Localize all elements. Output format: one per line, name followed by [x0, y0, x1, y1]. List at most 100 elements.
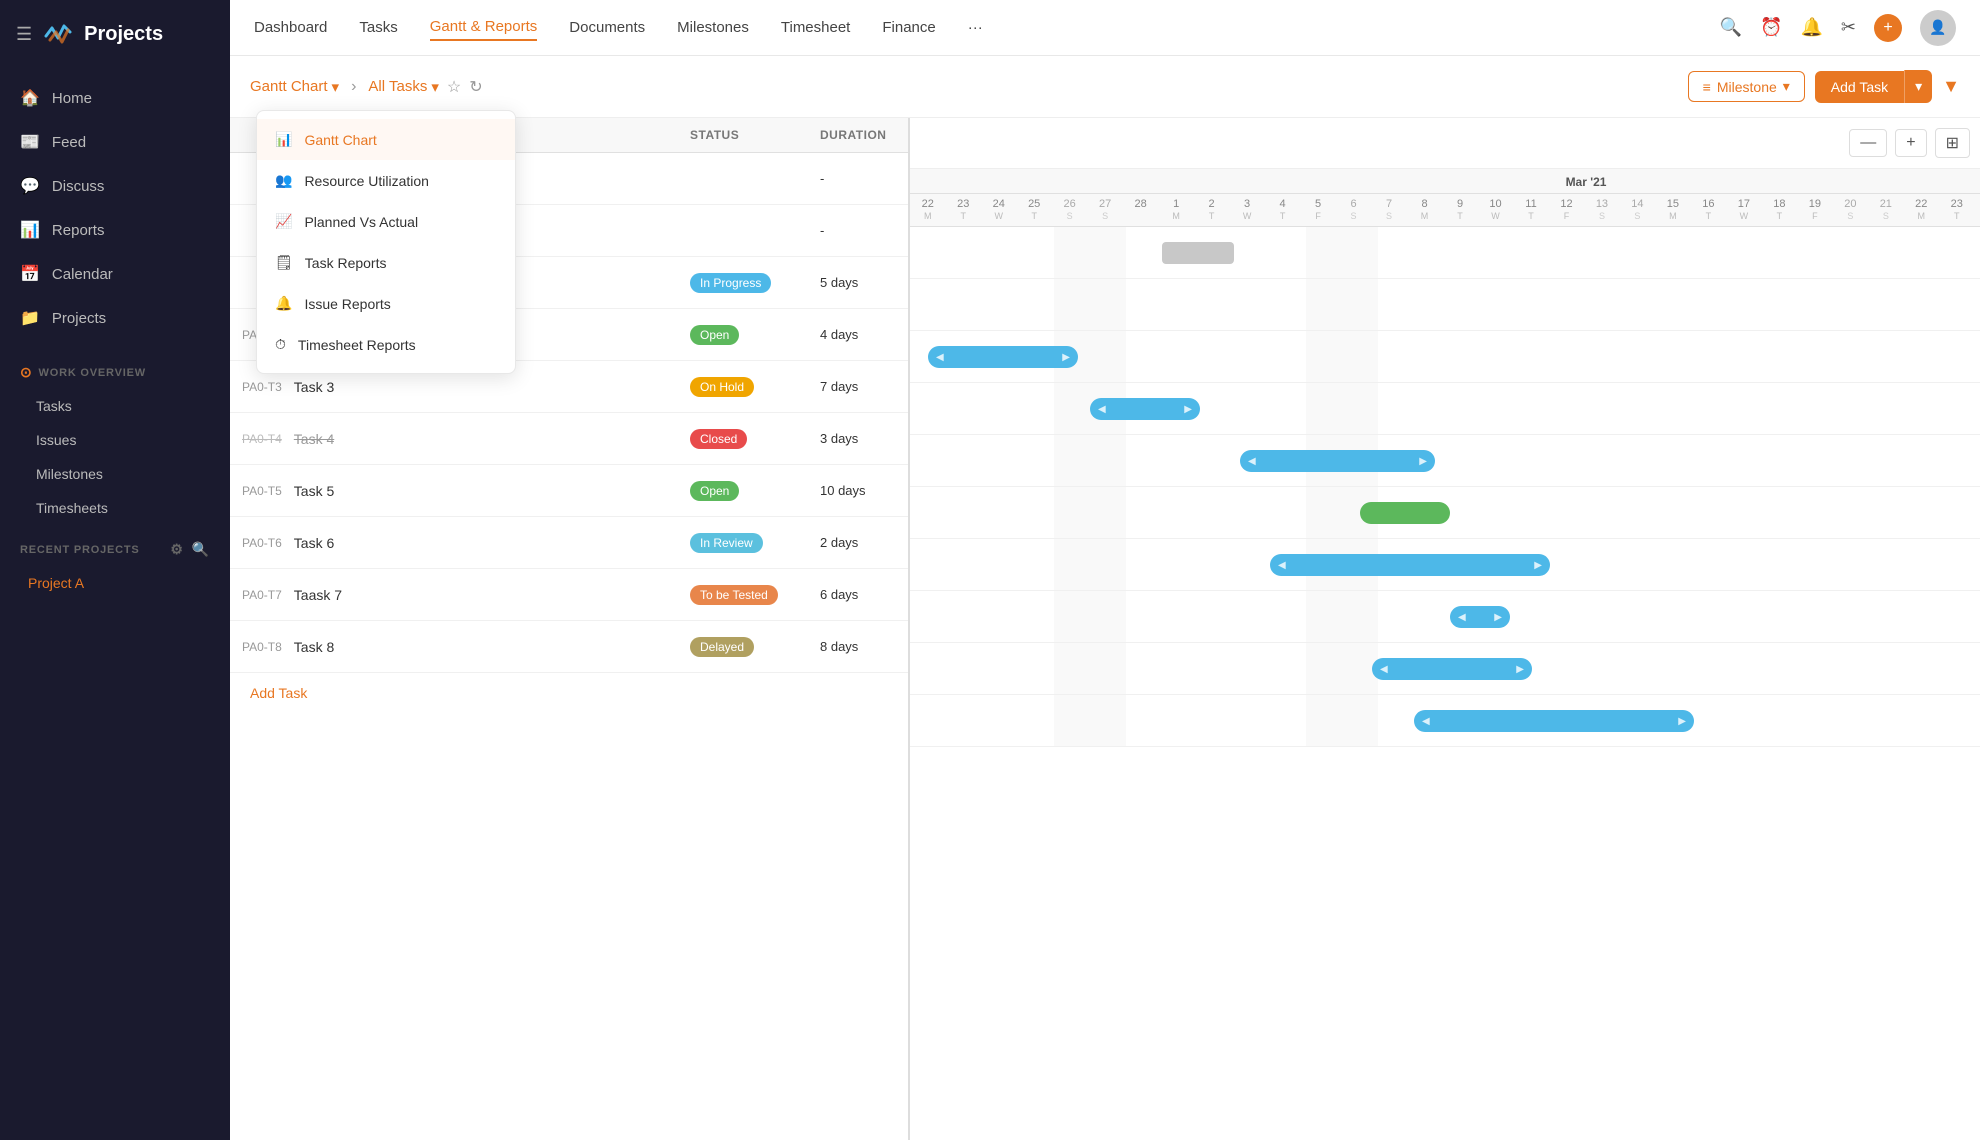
day-cell: 22M: [1904, 194, 1939, 226]
nav-gantt-reports[interactable]: Gantt & Reports: [430, 14, 538, 41]
gantt-header: Gantt Chart ▾ › All Tasks ▾ ☆ ↻ ≡ Milest…: [230, 56, 1980, 118]
sidebar-item-label: Calendar: [52, 266, 113, 283]
table-row[interactable]: PA0-T6 Task 6 In Review 2 days: [230, 517, 908, 569]
weekend-col: [1054, 591, 1126, 642]
work-overview-icon: ⊙: [20, 364, 33, 381]
add-task-link[interactable]: Add Task: [230, 673, 908, 713]
status-badge: In Progress: [690, 273, 771, 293]
day-cell: 25T: [1016, 194, 1051, 226]
plus-icon[interactable]: +: [1874, 14, 1902, 42]
sidebar-item-projects[interactable]: 📁 Projects: [0, 296, 230, 340]
sidebar-item-feed[interactable]: 📰 Feed: [0, 120, 230, 164]
table-row[interactable]: PA0-T8 Task 8 Delayed 8 days: [230, 621, 908, 673]
work-overview-section: ⊙ WORK OVERVIEW: [0, 348, 230, 389]
nav-tasks[interactable]: Tasks: [359, 15, 397, 40]
task-cell-duration: -: [808, 213, 908, 248]
refresh-icon[interactable]: ↻: [469, 77, 482, 97]
bell-icon[interactable]: 🔔: [1800, 17, 1822, 38]
day-cell: 18T: [1762, 194, 1797, 226]
day-cell: 23T: [1939, 194, 1974, 226]
recent-project-a[interactable]: Project A: [0, 566, 230, 600]
nav-timesheet[interactable]: Timesheet: [781, 15, 850, 40]
gantt-row: ◀ ▶: [910, 331, 1980, 383]
bar-left-arrow: ◀: [1098, 404, 1106, 415]
table-row[interactable]: PA0-T5 Task 5 Open 10 days: [230, 465, 908, 517]
day-cell: 27S: [1087, 194, 1122, 226]
gantt-bar-in-progress[interactable]: ◀ ▶: [928, 346, 1078, 368]
avatar[interactable]: 👤: [1920, 10, 1956, 46]
hamburger-icon[interactable]: ☰: [16, 24, 32, 45]
dropdown-planned-vs-actual[interactable]: 📈 Planned Vs Actual: [257, 201, 515, 242]
sidebar-item-milestones[interactable]: Milestones: [0, 457, 230, 491]
status-badge: Closed: [690, 429, 747, 449]
dropdown-timesheet-reports[interactable]: ⏱ Timesheet Reports: [257, 324, 515, 365]
add-task-dropdown-btn[interactable]: ▾: [1904, 70, 1932, 103]
task-cell-duration: 10 days: [808, 473, 908, 508]
weekend-col: [1306, 331, 1378, 382]
col-header-status: STATUS: [678, 118, 808, 152]
nav-milestones[interactable]: Milestones: [677, 15, 749, 40]
sidebar-item-reports[interactable]: 📊 Reports: [0, 208, 230, 252]
day-cell: 7S: [1371, 194, 1406, 226]
sidebar-item-timesheets[interactable]: Timesheets: [0, 491, 230, 525]
dropdown-issue-reports[interactable]: 🔔 Issue Reports: [257, 283, 515, 324]
gantt-bar-task8[interactable]: ◀ ▶: [1414, 710, 1694, 732]
clock-icon[interactable]: ⏰: [1760, 17, 1782, 38]
gantt-row: ◀ ▶: [910, 435, 1980, 487]
weekend-col: [1054, 487, 1126, 538]
weekend-col: [1054, 695, 1126, 746]
grid-view-btn[interactable]: ⊞: [1935, 128, 1970, 158]
search-recent-icon[interactable]: 🔍: [192, 541, 210, 558]
nav-more[interactable]: ···: [968, 15, 983, 40]
gantt-chart-panel[interactable]: — + ⊞ ··· Mar '21 22M: [910, 118, 1980, 1140]
table-row[interactable]: PA0-T7 Taask 7 To be Tested 6 days: [230, 569, 908, 621]
gantt-bar-task5[interactable]: ◀ ▶: [1270, 554, 1550, 576]
dropdown-menu: 📊 Gantt Chart 👥 Resource Utilization 📈 P…: [256, 110, 516, 374]
reports-icon: 📊: [20, 220, 40, 240]
planned-menu-icon: 📈: [275, 213, 292, 230]
search-icon[interactable]: 🔍: [1720, 17, 1742, 38]
table-row[interactable]: PA0-T4 Task 4 Closed 3 days: [230, 413, 908, 465]
zoom-in-btn[interactable]: +: [1895, 129, 1926, 157]
dropdown-task-reports[interactable]: 🗒 Task Reports: [257, 242, 515, 283]
nav-finance[interactable]: Finance: [882, 15, 935, 40]
day-cell: 19F: [1797, 194, 1832, 226]
sidebar-item-label: Feed: [52, 134, 86, 151]
scissors-icon[interactable]: ✂: [1841, 17, 1856, 38]
gantt-bar-task6[interactable]: ◀ ▶: [1450, 606, 1510, 628]
sidebar-item-issues[interactable]: Issues: [0, 423, 230, 457]
sidebar-item-tasks[interactable]: Tasks: [0, 389, 230, 423]
calendar-icon: 📅: [20, 264, 40, 284]
filter-recent-icon[interactable]: ⚙: [170, 541, 183, 558]
weekend-col: [1054, 279, 1126, 330]
dropdown-gantt-chart[interactable]: 📊 Gantt Chart: [257, 119, 515, 160]
home-icon: 🏠: [20, 88, 40, 108]
nav-documents[interactable]: Documents: [569, 15, 645, 40]
gantt-row: ◀ ▶: [910, 591, 1980, 643]
filter-icon[interactable]: ▼: [1942, 76, 1960, 97]
weekend-col: [1306, 227, 1378, 278]
gantt-bar-task4[interactable]: [1360, 502, 1450, 524]
milestone-btn[interactable]: ≡ Milestone ▾: [1688, 71, 1805, 102]
sidebar-item-discuss[interactable]: 💬 Discuss: [0, 164, 230, 208]
nav-dashboard[interactable]: Dashboard: [254, 15, 327, 40]
gantt-chart-dropdown-arrow: ▾: [332, 78, 340, 96]
topnav-links: Dashboard Tasks Gantt & Reports Document…: [254, 14, 983, 41]
all-tasks-dropdown-btn[interactable]: All Tasks ▾: [368, 78, 438, 96]
zoom-out-btn[interactable]: —: [1849, 129, 1887, 157]
star-icon[interactable]: ☆: [447, 77, 461, 97]
sidebar-item-calendar[interactable]: 📅 Calendar: [0, 252, 230, 296]
add-task-button[interactable]: Add Task: [1815, 71, 1904, 103]
gantt-bar-task3[interactable]: ◀ ▶: [1240, 450, 1435, 472]
gantt-chart-dropdown-btn[interactable]: Gantt Chart ▾: [250, 78, 339, 96]
gantt-bar-task2[interactable]: ◀ ▶: [1090, 398, 1200, 420]
gantt-bar-task7[interactable]: ◀ ▶: [1372, 658, 1532, 680]
milestone-label: Milestone: [1717, 79, 1777, 95]
gantt-timeline-header: Mar '21 22M 23T 24W 25T 26S 27S 28: [910, 169, 1980, 227]
sidebar-header: ☰ Projects: [0, 0, 230, 68]
gantt-milestone-bar[interactable]: [1162, 242, 1234, 264]
sidebar-item-home[interactable]: 🏠 Home: [0, 76, 230, 120]
dropdown-resource-utilization[interactable]: 👥 Resource Utilization: [257, 160, 515, 201]
day-cell: 24W: [981, 194, 1016, 226]
gantt-chart-inner: — + ⊞ ··· Mar '21 22M: [910, 118, 1980, 747]
